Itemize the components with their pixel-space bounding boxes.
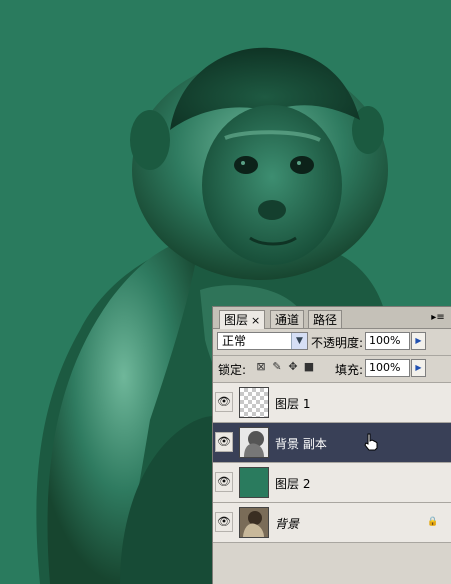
visibility-eye-icon[interactable]: 👁 [215, 432, 233, 452]
tab-layers[interactable]: 图层 × [219, 310, 266, 329]
layer-name: 背景 副本 [275, 437, 327, 451]
lock-image-icon[interactable]: ✎ [271, 361, 283, 373]
layer-name: 背景 [275, 517, 300, 531]
close-icon[interactable]: × [251, 314, 260, 327]
layer-name: 图层 1 [275, 397, 311, 411]
chevron-down-icon: ▼ [291, 333, 307, 349]
blend-opacity-row: 正常 ▼ 不透明度: 100% ▶ [213, 329, 451, 355]
panel-tab-bar: 图层 × 通道 路径 ▸≡ [213, 307, 451, 329]
opacity-input[interactable]: 100% [365, 332, 410, 350]
visibility-eye-icon[interactable]: 👁 [215, 512, 233, 532]
lock-label: 锁定: [218, 363, 247, 377]
fill-label: 填充: [335, 363, 364, 377]
opacity-slider-button[interactable]: ▶ [411, 332, 426, 350]
layer-thumbnail [239, 507, 269, 538]
layer-row-background[interactable]: 👁 背景 🔒 [213, 503, 451, 543]
monkey-mono-thumb [240, 428, 268, 457]
tab-paths[interactable]: 路径 [308, 310, 343, 328]
tab-channels[interactable]: 通道 [270, 310, 305, 328]
lock-position-icon[interactable]: ✥ [287, 361, 299, 373]
layers-panel: 图层 × 通道 路径 ▸≡ 正常 ▼ 不透明度: 100% ▶ 锁定: ⊠ ✎ ✥… [212, 306, 451, 584]
layer-row-layer2[interactable]: 👁 图层 2 [213, 463, 451, 503]
visibility-eye-icon[interactable]: 👁 [215, 392, 233, 412]
blend-mode-select[interactable]: 正常 ▼ [217, 332, 308, 350]
panel-menu-icon[interactable]: ▸≡ [431, 312, 445, 324]
layer-name: 图层 2 [275, 477, 311, 491]
layer-thumbnail [239, 427, 269, 458]
layer-row-background-copy[interactable]: 👁 背景 副本 [213, 423, 451, 463]
lock-fill-row: 锁定: ⊠ ✎ ✥ ■ 填充: 100% ▶ [213, 356, 451, 382]
monkey-photo-thumb [240, 508, 268, 537]
layer-row-layer1[interactable]: 👁 图层 1 [213, 383, 451, 423]
lock-transparency-icon[interactable]: ⊠ [255, 361, 267, 373]
fill-input[interactable]: 100% [365, 359, 410, 377]
opacity-label: 不透明度: [311, 336, 364, 350]
lock-icon: 🔒 [427, 517, 439, 527]
visibility-eye-icon[interactable]: 👁 [215, 472, 233, 492]
tab-paths-label: 路径 [313, 313, 338, 327]
layer-thumbnail [239, 387, 269, 418]
tab-channels-label: 通道 [275, 313, 300, 327]
hand-cursor-icon [364, 433, 378, 451]
tab-layers-label: 图层 [224, 313, 249, 327]
lock-all-icon[interactable]: ■ [303, 361, 315, 373]
layer-thumbnail [239, 467, 269, 498]
fill-slider-button[interactable]: ▶ [411, 359, 426, 377]
blend-mode-value: 正常 [222, 334, 247, 348]
